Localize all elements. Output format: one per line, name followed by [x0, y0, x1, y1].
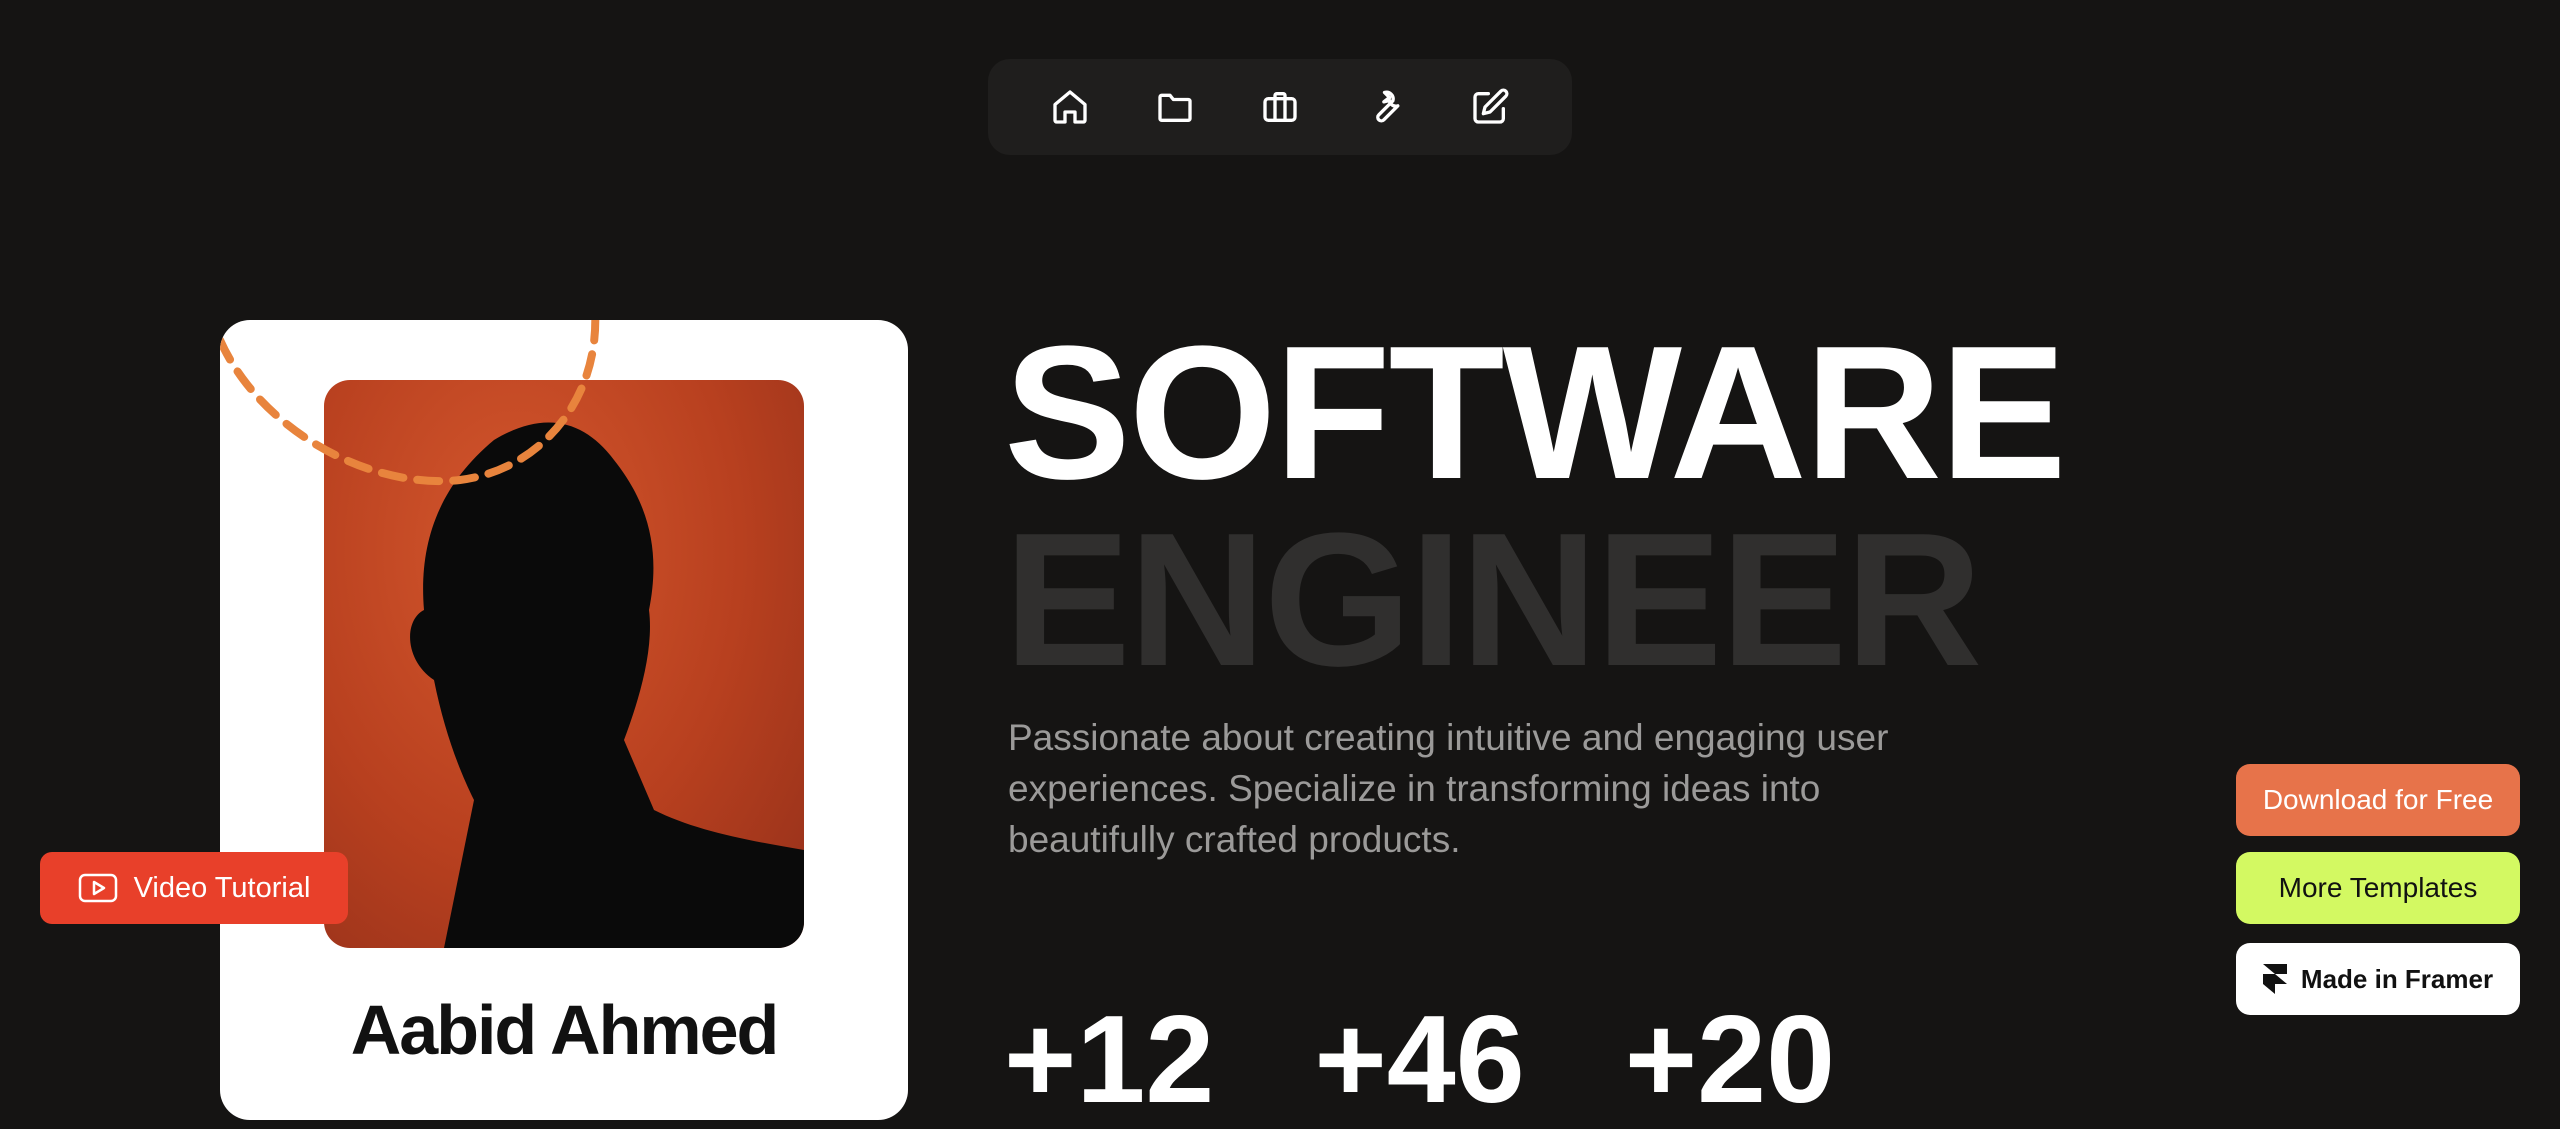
folder-icon — [1158, 93, 1192, 123]
nav-projects[interactable] — [1149, 81, 1201, 133]
video-tutorial-button[interactable]: Video Tutorial — [40, 852, 348, 924]
play-icon — [78, 873, 117, 903]
hero-title-line1: SOFTWARE — [1004, 307, 2067, 519]
briefcase-icon — [1263, 92, 1297, 123]
stats-row: +12 +46 +20 — [1004, 998, 1835, 1122]
profile-name: Aabid Ahmed — [350, 991, 780, 1069]
stat-value: +20 — [1624, 991, 1836, 1129]
nav-tools[interactable] — [1359, 81, 1411, 133]
wrench-icon — [1376, 90, 1400, 123]
home-icon — [1053, 90, 1087, 124]
made-in-framer-badge[interactable]: Made in Framer — [2236, 943, 2520, 1015]
profile-card: Aabid Ahmed — [220, 320, 908, 1120]
download-button[interactable]: Download for Free — [2236, 764, 2520, 836]
top-nav — [988, 59, 1572, 155]
nav-home[interactable] — [1044, 81, 1096, 133]
portrait-silhouette — [410, 422, 804, 948]
hero-bio: Passionate about creating intuitive and … — [1008, 717, 1889, 860]
profile-photo — [324, 380, 804, 948]
nav-contact[interactable] — [1464, 81, 1516, 133]
framer-logo-icon — [2262, 964, 2287, 994]
hero-title-line2: ENGINEER — [1004, 494, 1982, 706]
stat-value: +12 — [1004, 991, 1215, 1129]
framer-label: Made in Framer — [2300, 963, 2494, 994]
video-tutorial-label: Video Tutorial — [133, 871, 311, 904]
nav-experience[interactable] — [1254, 81, 1306, 133]
more-templates-button[interactable]: More Templates — [2236, 852, 2520, 924]
edit-icon — [1473, 88, 1509, 124]
stat-value: +46 — [1314, 991, 1525, 1129]
